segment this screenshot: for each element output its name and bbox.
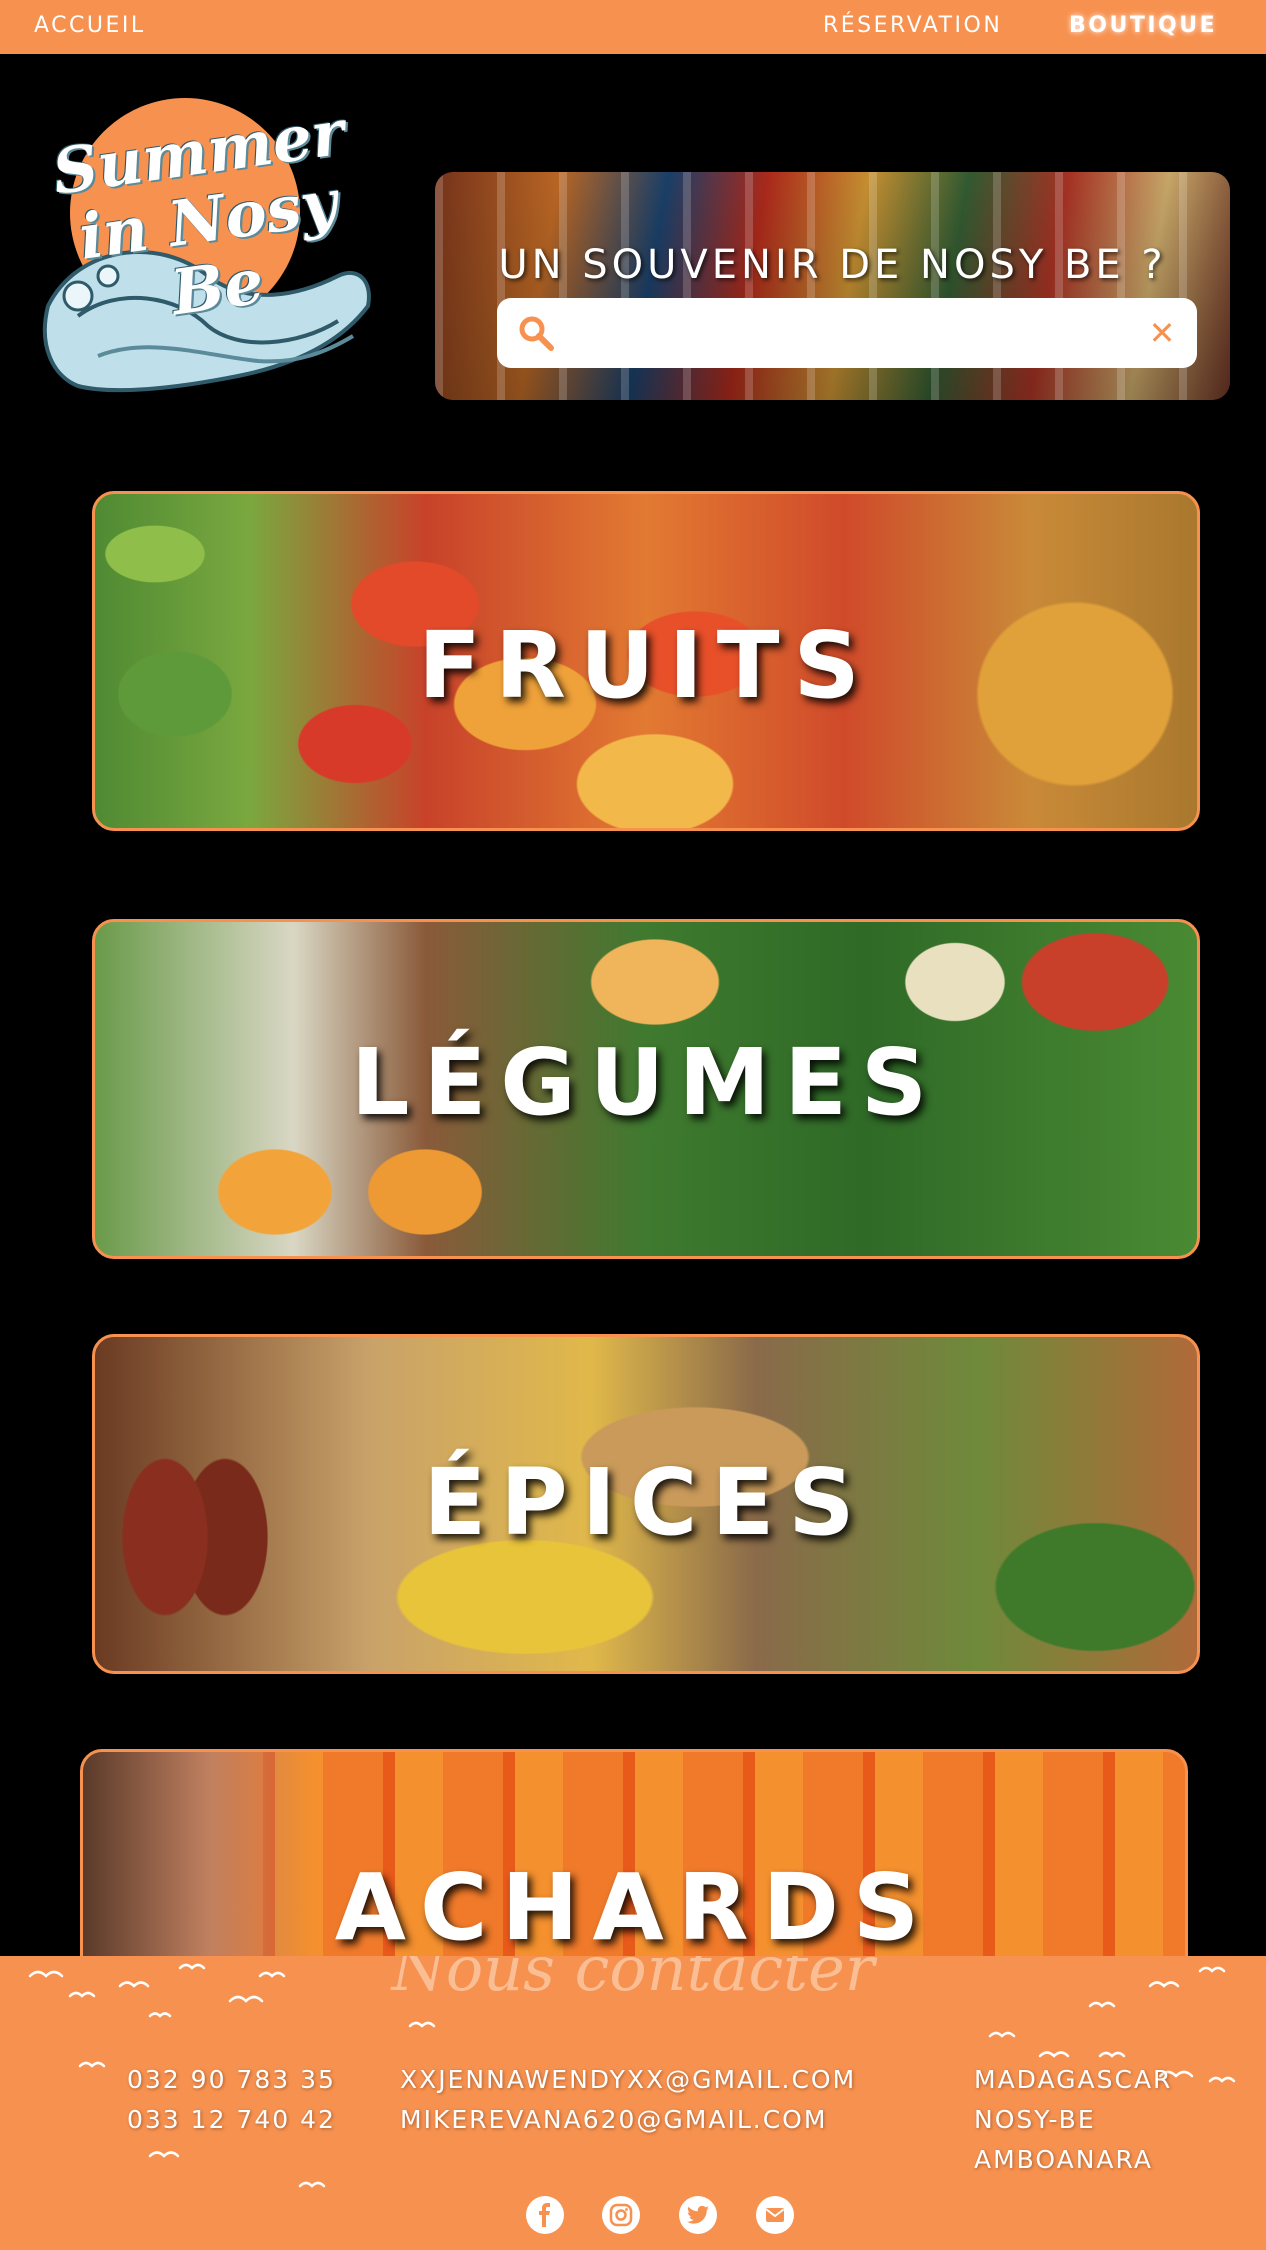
facebook-icon[interactable] bbox=[526, 2196, 564, 2234]
address-line: NOSY-BE bbox=[974, 2105, 1096, 2134]
instagram-icon[interactable] bbox=[602, 2196, 640, 2234]
category-label: ACHARDS bbox=[334, 1854, 934, 1961]
footer: Nous contacter 032 90 783 35 033 12 740 … bbox=[0, 1956, 1266, 2250]
clear-search-icon[interactable]: ✕ bbox=[1147, 317, 1177, 349]
twitter-icon[interactable] bbox=[679, 2196, 717, 2234]
category-card-fruits[interactable]: FRUITS bbox=[92, 491, 1200, 831]
footer-emails: XXJENNAWENDYXX@GMAIL.COM MIKEREVANA620@G… bbox=[400, 2060, 856, 2140]
phone-number[interactable]: 032 90 783 35 bbox=[127, 2060, 336, 2100]
address-line: MADAGASCAR bbox=[974, 2065, 1173, 2094]
category-label: FRUITS bbox=[418, 612, 874, 719]
search-banner: UN SOUVENIR DE NOSY BE ? ✕ bbox=[435, 172, 1230, 400]
category-card-epices[interactable]: ÉPICES bbox=[92, 1334, 1200, 1674]
footer-phones: 032 90 783 35 033 12 740 42 bbox=[127, 2060, 336, 2140]
mail-icon[interactable] bbox=[756, 2196, 794, 2234]
email-link[interactable]: MIKEREVANA620@GMAIL.COM bbox=[400, 2100, 856, 2140]
nav-link-reservation[interactable]: RÉSERVATION bbox=[823, 13, 1002, 38]
footer-title: Nous contacter bbox=[391, 1956, 875, 2005]
site-logo[interactable]: Summer in Nosy Be bbox=[38, 96, 378, 406]
footer-address: MADAGASCAR NOSY-BE AMBOANARA bbox=[974, 2060, 1172, 2180]
category-label: LÉGUMES bbox=[350, 1029, 942, 1136]
search-input[interactable] bbox=[569, 312, 1129, 354]
category-card-legumes[interactable]: LÉGUMES bbox=[92, 919, 1200, 1259]
nav-link-accueil[interactable]: ACCUEIL bbox=[34, 13, 146, 38]
search-title: UN SOUVENIR DE NOSY BE ? bbox=[498, 242, 1167, 288]
category-label: ÉPICES bbox=[423, 1449, 869, 1556]
top-nav: ACCUEIL RÉSERVATION BOUTIQUE bbox=[0, 0, 1266, 54]
phone-number[interactable]: 033 12 740 42 bbox=[127, 2100, 336, 2140]
email-link[interactable]: XXJENNAWENDYXX@GMAIL.COM bbox=[400, 2060, 856, 2100]
search-icon bbox=[519, 316, 554, 351]
nav-link-boutique[interactable]: BOUTIQUE bbox=[1069, 13, 1217, 38]
address-line: AMBOANARA bbox=[974, 2145, 1153, 2174]
search-box: ✕ bbox=[497, 298, 1197, 368]
